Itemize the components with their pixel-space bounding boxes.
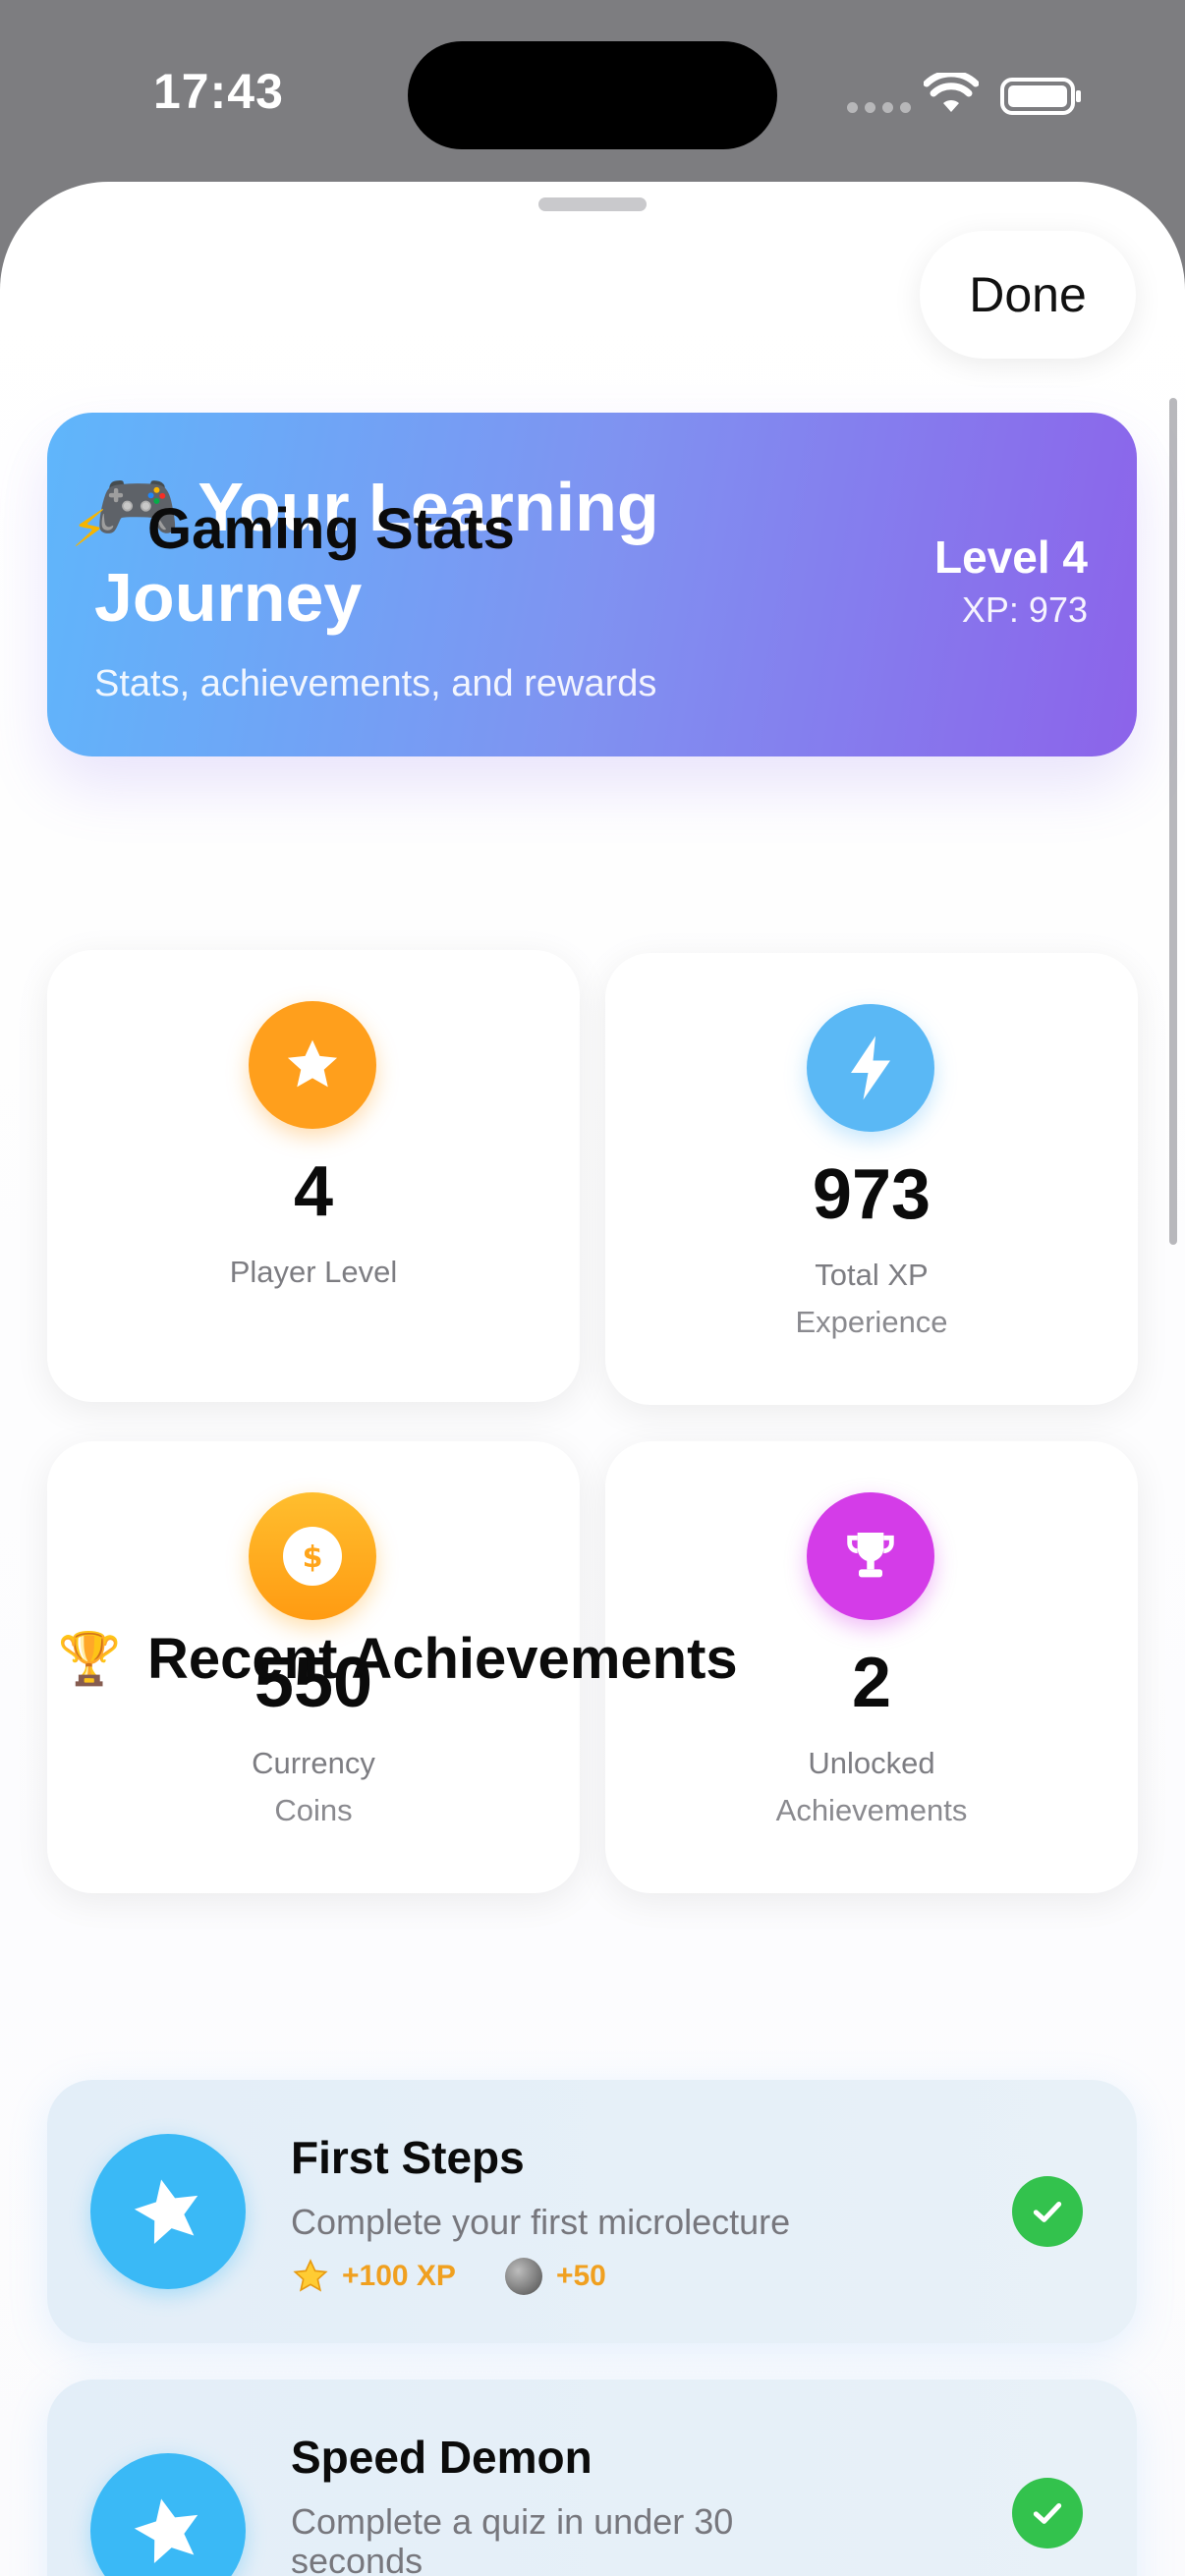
wifi-icon	[924, 73, 979, 112]
achievement-title: Speed Demon	[291, 2432, 592, 2483]
stat-label: Unlocked	[808, 1746, 935, 1780]
hero-subtitle: Stats, achievements, and rewards	[94, 663, 657, 704]
stat-label: Total XP	[815, 1258, 929, 1292]
cellular-signal-icon	[847, 102, 911, 113]
stat-sublabel: Coins	[274, 1793, 353, 1827]
stat-value: 973	[812, 1155, 931, 1234]
learning-journey-header: 🎮 Your Learning Journey Stats, achieveme…	[47, 413, 1137, 756]
recent-achievements-title-text: Recent Achievements	[147, 1627, 738, 1691]
achievement-description: Complete your first microlecture	[291, 2202, 791, 2242]
gaming-stats-title: ⚡ Gaming Stats	[55, 496, 515, 562]
dynamic-island	[408, 41, 777, 149]
svg-text:$: $	[303, 1540, 323, 1575]
completed-check-icon	[1012, 2478, 1083, 2548]
stat-value: 4	[293, 1152, 334, 1231]
trophy-emoji-icon: 🏆	[57, 1630, 122, 1689]
xp-reward: +100 XP	[342, 2260, 456, 2292]
stat-sublabel: Experience	[795, 1305, 948, 1339]
lightning-icon: ⚡	[71, 499, 108, 559]
stat-label: Player Level	[229, 1255, 398, 1289]
xp-star-icon	[293, 2259, 328, 2292]
stat-label: Currency	[252, 1746, 375, 1780]
achievement-card-speed-demon[interactable]: Speed Demon Complete a quiz in under 30 …	[47, 2380, 1137, 2576]
scroll-indicator[interactable]	[1169, 398, 1177, 1245]
status-time: 17:43	[153, 64, 284, 119]
xp-total-label: XP: 973	[961, 589, 1088, 630]
star-badge-icon	[90, 2134, 246, 2289]
achievement-rewards: +100 XP +50	[291, 2257, 606, 2296]
journey-sheet: Done 🎮 Your Learning Journey Stats, achi…	[0, 182, 1185, 2576]
sheet-grabber[interactable]	[538, 197, 647, 211]
coin-reward: +50	[555, 2260, 606, 2292]
dollar-coin-icon: $	[249, 1492, 376, 1620]
achievement-description: Complete a quiz in under 30 seconds	[291, 2501, 734, 2576]
trophy-icon	[807, 1492, 934, 1620]
gaming-stats-title-text: Gaming Stats	[147, 497, 515, 561]
status-bar: 17:43	[0, 0, 1185, 187]
stat-sublabel: Achievements	[775, 1793, 968, 1827]
achievement-title: First Steps	[291, 2132, 525, 2183]
done-button[interactable]: Done	[920, 231, 1136, 359]
star-badge-icon	[90, 2453, 246, 2576]
stat-card-total-xp[interactable]: 973 Total XP Experience	[605, 953, 1138, 1405]
completed-check-icon	[1012, 2176, 1083, 2247]
star-icon	[249, 1001, 376, 1129]
recent-achievements-title: 🏆 Recent Achievements	[55, 1626, 738, 1692]
bolt-icon	[807, 1004, 934, 1132]
achievement-card-first-steps[interactable]: First Steps Complete your first microlec…	[47, 2080, 1137, 2343]
coin-icon	[504, 2258, 542, 2295]
stat-card-player-level[interactable]: 4 Player Level	[47, 950, 580, 1402]
battery-icon	[1000, 78, 1081, 115]
player-level-badge: Level 4	[934, 532, 1088, 583]
